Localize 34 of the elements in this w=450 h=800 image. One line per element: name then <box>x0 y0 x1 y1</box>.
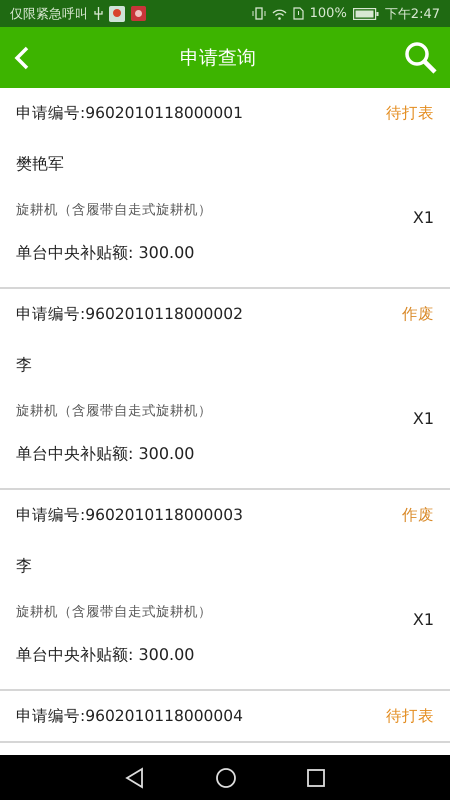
battery-percent: 100% <box>310 6 347 21</box>
application-status: 待打表 <box>386 102 434 124</box>
subsidy-amount: 单台中央补贴额: 300.00 <box>16 444 194 464</box>
vibrate-icon <box>252 7 266 20</box>
machine-name: 旋耕机（含履带自走式旋耕机） <box>16 603 212 621</box>
usb-icon <box>94 7 103 20</box>
app-notification-icon <box>131 6 146 21</box>
status-text: 仅限紧急呼叫 <box>10 6 88 22</box>
applicant-name: 李 <box>16 556 32 576</box>
app-notification-icon <box>109 6 125 22</box>
application-number: 申请编号:9602010118000003 <box>16 504 244 526</box>
applicant-name: 樊艳军 <box>16 154 64 174</box>
sim-alert-icon <box>292 7 304 20</box>
quantity: X1 <box>412 408 434 428</box>
application-status: 待打表 <box>386 706 434 726</box>
clock: 下午2:47 <box>384 6 440 22</box>
application-status: 作废 <box>402 504 434 526</box>
quantity: X1 <box>412 206 434 226</box>
wifi-icon <box>272 8 287 20</box>
application-number: 申请编号:9602010118000001 <box>16 102 244 124</box>
application-number: 申请编号:9602010118000002 <box>16 304 244 324</box>
subsidy-amount: 单台中央补贴额: 300.00 <box>16 242 194 264</box>
machine-name: 旋耕机（含履带自走式旋耕机） <box>16 402 212 420</box>
subsidy-amount: 单台中央补贴额: 300.00 <box>16 644 194 666</box>
page-title: 申请查询 <box>180 46 256 70</box>
applicant-name: 李 <box>16 354 32 376</box>
home-nav-icon[interactable] <box>214 766 237 788</box>
machine-name: 旋耕机（含履带自走式旋耕机） <box>16 201 212 219</box>
quantity: X1 <box>412 608 434 628</box>
battery-icon <box>352 8 379 20</box>
application-number: 申请编号:9602010118000004 <box>16 706 244 726</box>
recents-nav-icon[interactable] <box>306 768 326 788</box>
search-icon[interactable] <box>404 40 438 74</box>
application-status: 作废 <box>402 304 434 324</box>
